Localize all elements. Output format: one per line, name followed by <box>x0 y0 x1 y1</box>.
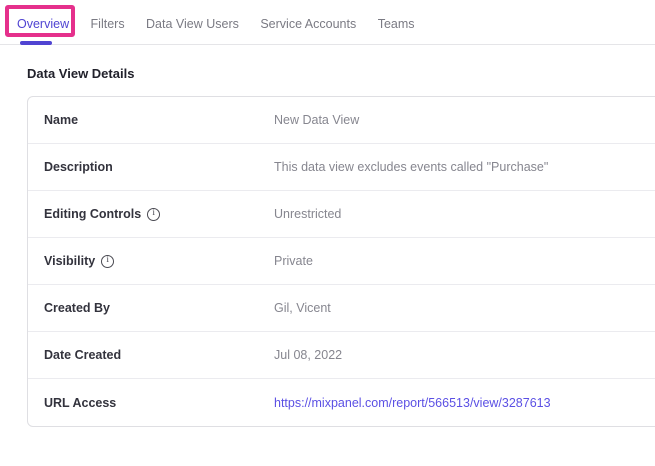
row-value: Gil, Vicent <box>274 301 331 315</box>
row-label: Visibility <box>44 254 95 268</box>
tab-service-accounts[interactable]: Service Accounts <box>260 17 356 31</box>
row-value: Jul 08, 2022 <box>274 348 342 362</box>
row-label: Name <box>44 113 78 127</box>
table-row-editing-controls: Editing Controls i Unrestricted <box>28 191 655 238</box>
tab-bar: Overview Filters Data View Users Service… <box>0 0 655 45</box>
row-label: Editing Controls <box>44 207 141 221</box>
details-card: Name New Data View Description This data… <box>27 96 655 427</box>
table-row-url-access: URL Access https://mixpanel.com/report/5… <box>28 379 655 426</box>
row-value: New Data View <box>274 113 359 127</box>
table-row-date-created: Date Created Jul 08, 2022 <box>28 332 655 379</box>
page-title: Data View Details <box>27 66 655 81</box>
info-icon[interactable]: i <box>101 255 114 268</box>
table-row-visibility: Visibility i Private <box>28 238 655 285</box>
data-view-url-link[interactable]: https://mixpanel.com/report/566513/view/… <box>274 396 551 410</box>
tab-data-view-users[interactable]: Data View Users <box>146 17 239 31</box>
tab-teams[interactable]: Teams <box>378 17 415 31</box>
row-label: URL Access <box>44 396 116 410</box>
tab-filters[interactable]: Filters <box>91 17 125 31</box>
row-label: Description <box>44 160 113 174</box>
row-value: Private <box>274 254 313 268</box>
table-row-name: Name New Data View <box>28 97 655 144</box>
row-label: Created By <box>44 301 110 315</box>
active-tab-underline <box>20 41 52 45</box>
row-value: This data view excludes events called "P… <box>274 160 548 174</box>
row-label: Date Created <box>44 348 121 362</box>
settings-page: Overview Filters Data View Users Service… <box>0 0 655 427</box>
tab-overview[interactable]: Overview <box>17 17 69 31</box>
table-row-created-by: Created By Gil, Vicent <box>28 285 655 332</box>
row-value: Unrestricted <box>274 207 341 221</box>
info-icon[interactable]: i <box>147 208 160 221</box>
table-row-description: Description This data view excludes even… <box>28 144 655 191</box>
